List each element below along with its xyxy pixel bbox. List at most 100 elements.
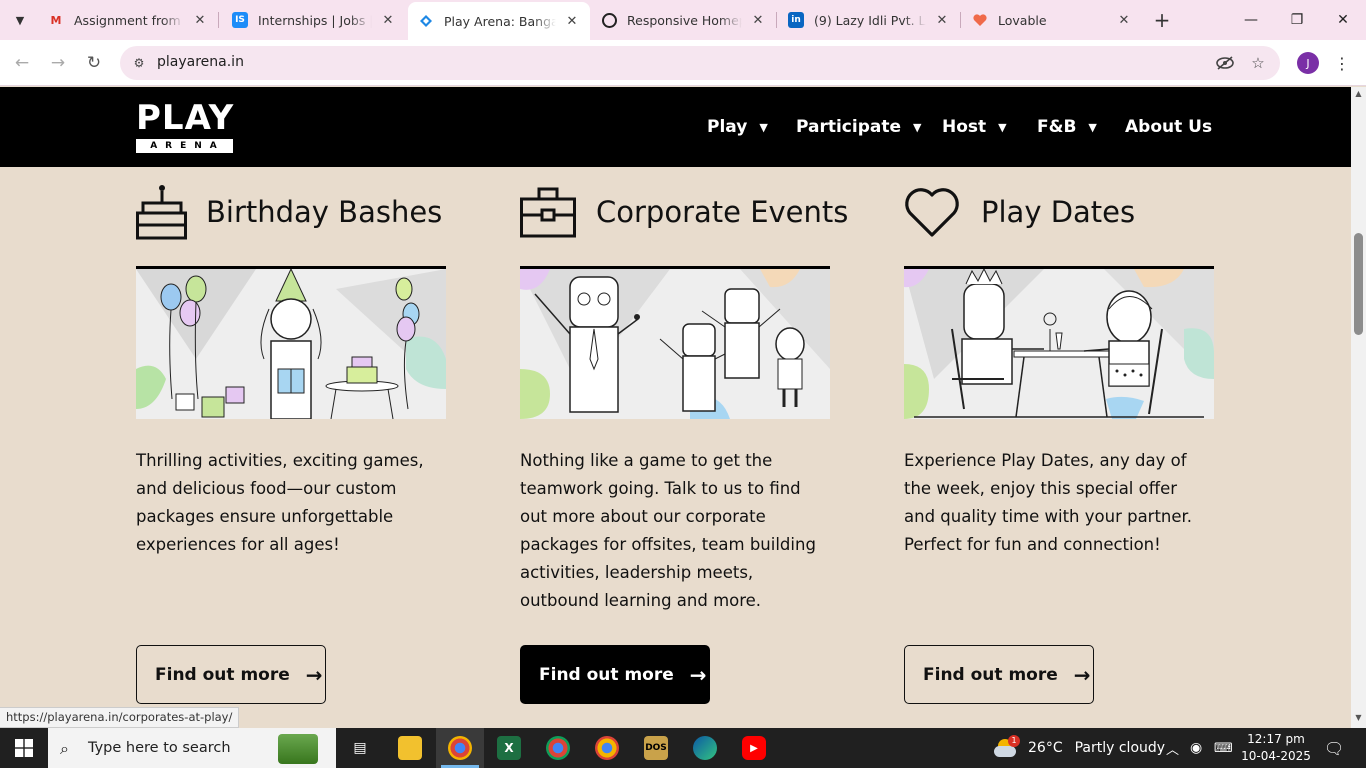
search-icon: ⌕	[60, 739, 69, 758]
nav-about-us[interactable]: About Us	[1125, 87, 1212, 167]
notifications-icon[interactable]: 🗨	[1324, 728, 1344, 768]
windows-start-button[interactable]	[0, 728, 48, 768]
close-icon[interactable]: ✕	[1116, 12, 1132, 28]
card-birthday-bashes: Birthday Bashes Thrilling activities, ex…	[136, 167, 456, 728]
search-highlight-image-icon	[278, 734, 318, 764]
scroll-up-arrow-icon[interactable]: ▲	[1351, 89, 1366, 101]
chevron-down-icon: ▼	[913, 120, 922, 134]
taskbar-search-box[interactable]: ⌕ Type here to search	[48, 728, 336, 768]
chevron-down-icon: ▼	[998, 120, 1007, 134]
internshala-icon: IS	[232, 12, 248, 28]
site-info-icon[interactable]: ⚙	[130, 54, 148, 72]
record-icon[interactable]: ◉	[1190, 728, 1202, 768]
nav-host[interactable]: Host ▼	[942, 87, 1007, 167]
nav-play[interactable]: Play ▼	[707, 87, 768, 167]
weather-widget[interactable]: 1 26°C Partly cloudy	[994, 728, 1165, 768]
taskbar-clock[interactable]: 12:17 pm 10-04-2025	[1240, 731, 1312, 765]
tab-linkedin[interactable]: in (9) Lazy Idli Pvt. Ltd.: ✕	[778, 0, 960, 40]
chrome-profile-icon[interactable]	[448, 736, 472, 760]
address-bar[interactable]: ⚙ playarena.in ☆	[120, 46, 1280, 80]
lovable-icon	[972, 12, 988, 28]
scroll-down-arrow-icon[interactable]: ▼	[1351, 713, 1366, 725]
briefcase-icon	[520, 183, 576, 241]
browser-toolbar: ← → ↻ ⚙ playarena.in ☆ J ⋮	[0, 40, 1366, 86]
find-out-more-button[interactable]: Find out more →	[520, 645, 710, 704]
close-icon[interactable]: ✕	[380, 12, 396, 28]
nav-fnb[interactable]: F&B ▼	[1037, 87, 1097, 167]
arrow-right-icon: →	[689, 662, 707, 687]
tab-title: Play Arena: Bangalore	[444, 13, 556, 29]
tab-gmail[interactable]: M Assignment from Lazy ✕	[38, 0, 218, 40]
heart-icon	[904, 183, 960, 241]
site-header: PLAY ARENA Play ▼ Participate ▼ Host ▼ F…	[0, 87, 1351, 167]
tray-overflow-chevron-icon[interactable]: ︿	[1166, 728, 1179, 768]
playarena-icon	[418, 13, 434, 29]
tab-title: Lovable	[998, 12, 1047, 28]
openai-icon	[602, 12, 617, 28]
button-label: Find out more	[539, 664, 674, 685]
tab-separator	[218, 12, 219, 28]
forward-button[interactable]: →	[44, 49, 72, 77]
scroll-thumb[interactable]	[1354, 233, 1363, 335]
task-view-icon[interactable]: ▤	[348, 736, 372, 760]
page-scrollbar[interactable]: ▲ ▼	[1351, 87, 1366, 728]
close-icon[interactable]: ✕	[750, 12, 766, 28]
button-label: Find out more	[155, 664, 290, 685]
play-dates-illustration	[904, 266, 1214, 419]
weather-text: Partly cloudy	[1074, 740, 1166, 756]
tab-playarena[interactable]: Play Arena: Bangalore ✕	[408, 2, 590, 40]
chrome-icon[interactable]	[546, 736, 570, 760]
tab-title: Responsive Homepag	[627, 12, 742, 28]
tab-lovable[interactable]: Lovable ✕	[962, 0, 1142, 40]
close-icon[interactable]: ✕	[934, 12, 950, 28]
tab-strip: ▼ M Assignment from Lazy ✕ IS Internship…	[0, 0, 1366, 40]
tab-separator	[776, 12, 777, 28]
card-title: Birthday Bashes	[206, 195, 443, 229]
gmail-icon: M	[50, 13, 62, 27]
url-text[interactable]: playarena.in	[157, 54, 244, 70]
nav-label: Participate	[796, 117, 902, 137]
tab-separator	[960, 12, 961, 28]
nav-participate[interactable]: Participate ▼	[796, 87, 921, 167]
chrome-alt-icon[interactable]	[595, 736, 619, 760]
partly-cloudy-icon: 1	[994, 735, 1020, 759]
tab-chatgpt[interactable]: Responsive Homepag ✕	[592, 0, 776, 40]
nav-label: Host	[942, 117, 987, 137]
find-out-more-button[interactable]: Find out more →	[904, 645, 1094, 704]
minimize-button[interactable]: —	[1228, 0, 1274, 40]
nav-label: F&B	[1037, 117, 1077, 137]
back-button[interactable]: ←	[8, 49, 36, 77]
profile-avatar[interactable]: J	[1297, 52, 1319, 74]
reload-button[interactable]: ↻	[80, 49, 108, 77]
excel-icon[interactable]: X	[497, 736, 521, 760]
menu-icon[interactable]: ⋮	[1334, 52, 1350, 74]
play-arena-logo[interactable]: PLAY ARENA	[136, 101, 234, 153]
nav-label: About Us	[1125, 117, 1213, 137]
restore-button[interactable]: ❐	[1274, 0, 1320, 40]
keyboard-icon[interactable]: ⌨	[1214, 728, 1233, 768]
edge-icon[interactable]	[693, 736, 717, 760]
nav-label: Play	[707, 117, 748, 137]
find-out-more-button[interactable]: Find out more →	[136, 645, 326, 704]
card-title: Corporate Events	[596, 195, 849, 229]
new-tab-button[interactable]: +	[1148, 6, 1176, 34]
tab-internshala[interactable]: IS Internships | Jobs | Tra ✕	[222, 0, 406, 40]
card-title: Play Dates	[981, 195, 1136, 229]
dosbox-icon[interactable]: DOS	[644, 736, 668, 760]
search-placeholder: Type here to search	[88, 740, 231, 756]
weather-temp: 26°C	[1028, 740, 1063, 756]
windows-taskbar: ⌕ Type here to search ▤ X DOS ▶ 1 26°C P…	[0, 728, 1366, 768]
close-icon[interactable]: ✕	[192, 12, 208, 28]
tab-search-chevron-icon[interactable]: ▼	[6, 6, 34, 34]
clock-date: 10-04-2025	[1241, 749, 1311, 763]
youtube-icon[interactable]: ▶	[742, 736, 766, 760]
bookmark-star-icon[interactable]: ☆	[1248, 54, 1268, 72]
tab-title: Assignment from Lazy	[74, 12, 184, 28]
button-label: Find out more	[923, 664, 1058, 685]
close-icon[interactable]: ✕	[564, 13, 580, 29]
eye-off-icon[interactable]	[1215, 54, 1235, 72]
birthday-illustration	[136, 266, 446, 419]
file-explorer-icon[interactable]	[398, 736, 422, 760]
card-description: Experience Play Dates, any day of the we…	[904, 451, 1193, 554]
close-window-button[interactable]: ✕	[1320, 0, 1366, 40]
